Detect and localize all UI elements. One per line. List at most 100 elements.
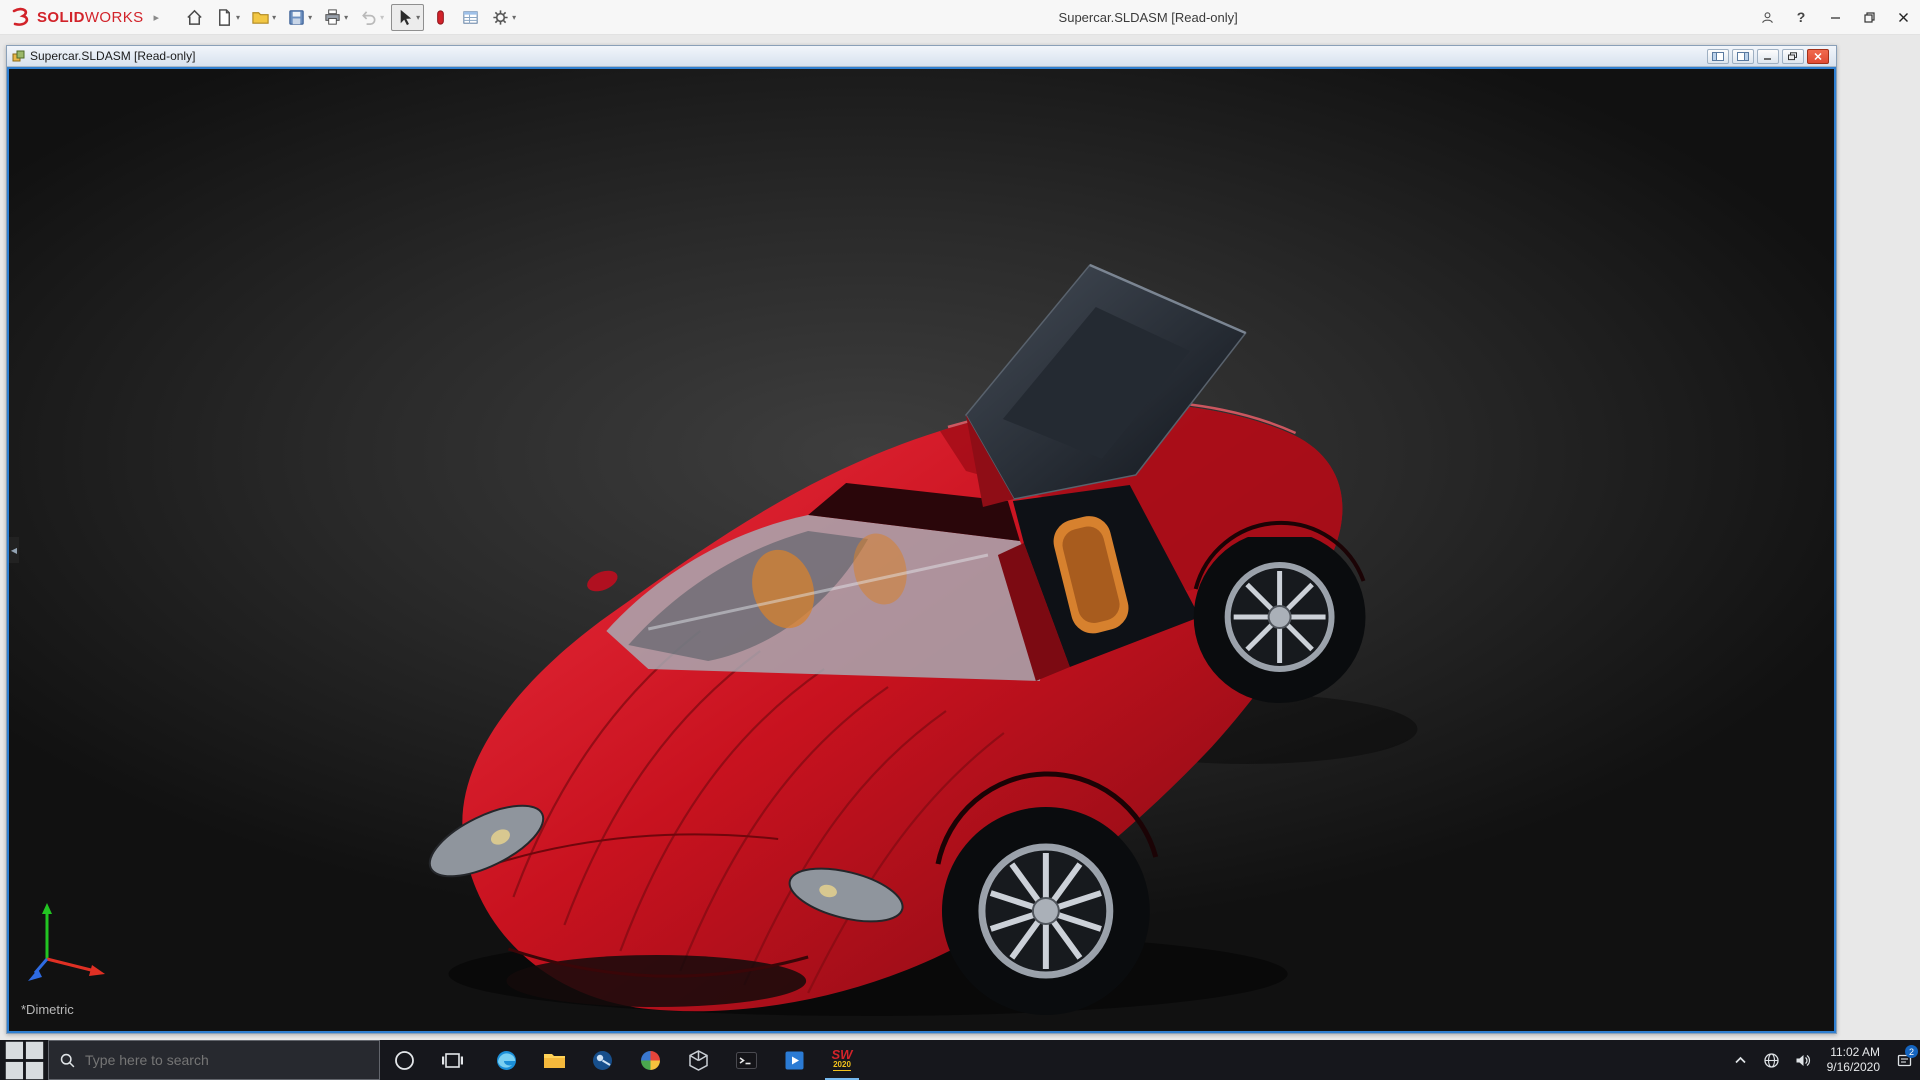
main-window-controls: ? (1750, 0, 1920, 34)
cortana-button[interactable] (380, 1040, 428, 1080)
new-document-button[interactable]: ▾ (211, 4, 244, 31)
options-button[interactable]: ▾ (487, 4, 520, 31)
save-button[interactable]: ▾ (283, 4, 316, 31)
colorful-sphere-app-icon (638, 1048, 663, 1073)
taskbar-search[interactable] (48, 1040, 380, 1080)
network-button[interactable] (1756, 1040, 1787, 1080)
new-document-icon (215, 8, 234, 27)
search-input[interactable] (85, 1052, 369, 1068)
taskbar-app-file-explorer[interactable] (530, 1040, 578, 1080)
pane-right-button[interactable] (1732, 49, 1754, 64)
menu-expand-arrow-icon[interactable]: ▸ (154, 11, 160, 24)
open-button[interactable]: ▾ (247, 4, 280, 31)
volume-button[interactable] (1787, 1040, 1818, 1080)
front-wheel[interactable] (942, 807, 1150, 1015)
minimize-icon (1828, 10, 1843, 25)
select-cursor-icon (395, 8, 414, 27)
help-icon: ? (1797, 9, 1806, 25)
chevron-left-icon: ◀ (11, 546, 17, 555)
solidworks-mark: SW (832, 1050, 853, 1060)
doc-restore-button[interactable] (1782, 49, 1804, 64)
red-capsule-button[interactable] (427, 4, 454, 31)
app-titlebar: SOLIDWORKS ▸ ▾ ▾ ▾ ▾ ▾ ▾ (0, 0, 1920, 35)
account-icon (1760, 10, 1775, 25)
globe-network-icon (1763, 1052, 1780, 1069)
account-button[interactable] (1750, 0, 1784, 34)
taskbar-clock[interactable]: 11:02 AM 9/16/2020 (1818, 1040, 1889, 1080)
taskbar-app-solidworks[interactable]: SW 2020 (818, 1040, 866, 1080)
open-folder-icon (251, 8, 270, 27)
start-button[interactable] (0, 1040, 48, 1080)
rear-wheel[interactable] (1194, 531, 1366, 703)
report-table-button[interactable] (457, 4, 484, 31)
minimize-icon (1762, 52, 1774, 61)
view-orientation-label: *Dimetric (21, 1002, 74, 1017)
taskbar-app-edge[interactable] (482, 1040, 530, 1080)
undo-button[interactable]: ▾ (355, 4, 388, 31)
quick-access-toolbar: ▾ ▾ ▾ ▾ ▾ ▾ ▾ (181, 0, 520, 34)
taskbar-app-blue-tile[interactable] (770, 1040, 818, 1080)
document-titlebar[interactable]: Supercar.SLDASM [Read-only] (7, 46, 1836, 67)
speaker-icon (1794, 1052, 1811, 1069)
side-mirror[interactable] (584, 567, 620, 596)
dropdown-arrow-icon[interactable]: ▾ (344, 13, 348, 22)
taskbar-app-colorful-sphere[interactable] (626, 1040, 674, 1080)
taskbar: SW 2020 11:02 AM 9/16/2020 (0, 1040, 1920, 1080)
notification-badge: 2 (1905, 1045, 1918, 1058)
blue-tile-app-icon (782, 1048, 807, 1073)
solidworks-icon: SW 2020 (832, 1050, 853, 1071)
task-view-icon (440, 1048, 465, 1073)
taskbar-app-terminal[interactable] (722, 1040, 770, 1080)
options-gear-icon (491, 8, 510, 27)
feature-tree-flyout-handle[interactable]: ◀ (9, 537, 19, 563)
car-model[interactable] (9, 69, 1834, 1031)
help-button[interactable]: ? (1784, 0, 1818, 34)
solidworks-year-label: 2020 (833, 1060, 851, 1071)
restore-icon (1787, 52, 1799, 61)
undo-icon (359, 8, 378, 27)
close-icon (1896, 10, 1911, 25)
document-window-controls (1707, 49, 1831, 64)
system-tray: 11:02 AM 9/16/2020 2 (1725, 1040, 1920, 1080)
pane-left-button[interactable] (1707, 49, 1729, 64)
triad-x-axis (47, 959, 95, 971)
dropdown-arrow-icon[interactable]: ▾ (416, 13, 420, 22)
terminal-icon (734, 1048, 759, 1073)
doc-minimize-button[interactable] (1757, 49, 1779, 64)
taskbar-app-gray-cube[interactable] (674, 1040, 722, 1080)
restore-button[interactable] (1852, 0, 1886, 34)
pane-left-icon (1712, 52, 1724, 61)
print-icon (323, 8, 342, 27)
report-table-icon (461, 8, 480, 27)
task-view-button[interactable] (428, 1040, 476, 1080)
home-icon (185, 8, 204, 27)
pane-right-icon (1737, 52, 1749, 61)
action-center-button[interactable]: 2 (1889, 1040, 1920, 1080)
dropdown-arrow-icon[interactable]: ▾ (272, 13, 276, 22)
windows-logo-icon (0, 1036, 48, 1080)
viewport-3d[interactable]: *Dimetric ◀ (7, 67, 1836, 1033)
dropdown-arrow-icon[interactable]: ▾ (308, 13, 312, 22)
taskbar-app-blue-circle[interactable] (578, 1040, 626, 1080)
red-capsule-icon (431, 8, 450, 27)
solidworks-logo-icon (10, 7, 32, 27)
restore-icon (1862, 10, 1877, 25)
home-button[interactable] (181, 4, 208, 31)
print-button[interactable]: ▾ (319, 4, 352, 31)
blue-circle-app-icon (590, 1048, 615, 1073)
orientation-triad (23, 897, 115, 983)
save-icon (287, 8, 306, 27)
close-button[interactable] (1886, 0, 1920, 34)
solidworks-logo: SOLIDWORKS (0, 7, 144, 27)
tray-overflow-button[interactable] (1725, 1040, 1756, 1080)
window-title: Supercar.SLDASM [Read-only] (1059, 10, 1238, 25)
minimize-button[interactable] (1818, 0, 1852, 34)
doc-close-button[interactable] (1807, 49, 1829, 64)
select-tool-button[interactable]: ▾ (391, 4, 424, 31)
dropdown-arrow-icon[interactable]: ▾ (380, 13, 384, 22)
close-icon (1812, 52, 1824, 61)
dropdown-arrow-icon[interactable]: ▾ (512, 13, 516, 22)
document-window: Supercar.SLDASM [Read-only] (6, 45, 1837, 1034)
assembly-file-icon (12, 50, 25, 63)
dropdown-arrow-icon[interactable]: ▾ (236, 13, 240, 22)
